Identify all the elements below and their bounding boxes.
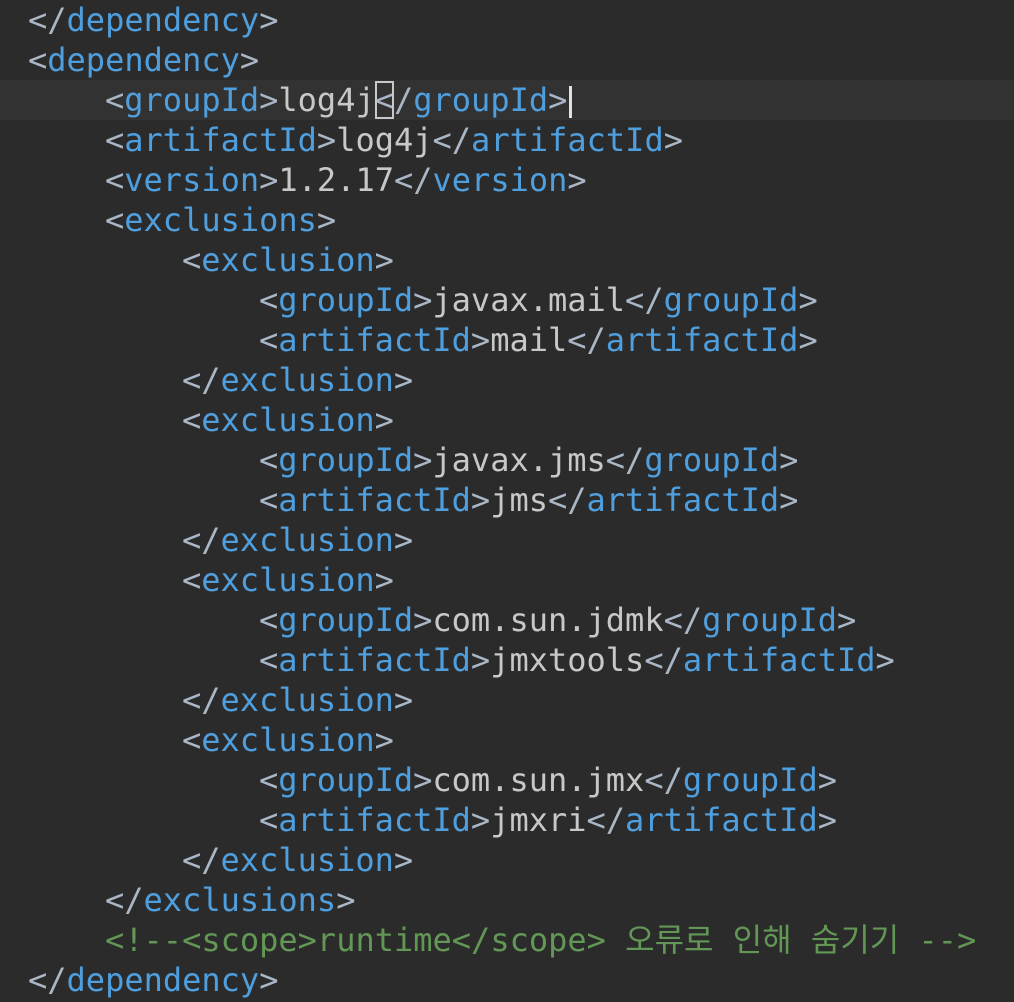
code-line[interactable]: <groupId>javax.mail</groupId> bbox=[0, 280, 1014, 320]
code-text: </dependency> bbox=[28, 961, 279, 999]
code-line[interactable]: <exclusion> bbox=[0, 400, 1014, 440]
code-text: <artifactId>jmxtools</artifactId> bbox=[259, 641, 895, 679]
code-line[interactable]: <artifactId>jmxtools</artifactId> bbox=[0, 640, 1014, 680]
code-line[interactable]: <groupId>com.sun.jmx</groupId> bbox=[0, 760, 1014, 800]
code-text: <groupId>javax.jms</groupId> bbox=[259, 441, 799, 479]
code-editor[interactable]: </dependency> <dependency> <groupId>log4… bbox=[0, 0, 1014, 1002]
code-text: <exclusion> bbox=[182, 561, 394, 599]
code-line[interactable]: </exclusion> bbox=[0, 840, 1014, 880]
code-text: <exclusion> bbox=[182, 241, 394, 279]
code-line[interactable]: <artifactId>mail</artifactId> bbox=[0, 320, 1014, 360]
code-line[interactable]: </dependency> bbox=[0, 960, 1014, 1000]
code-text: <version>1.2.17</version> bbox=[105, 161, 587, 199]
code-text: </exclusion> bbox=[182, 841, 414, 879]
code-line[interactable]: <!--<scope>runtime</scope> 오류로 인해 숨기기 --… bbox=[0, 920, 1014, 960]
code-line[interactable]: <dependency> bbox=[0, 40, 1014, 80]
code-line[interactable]: </dependency> bbox=[0, 0, 1014, 40]
code-text: <artifactId>log4j</artifactId> bbox=[105, 121, 683, 159]
code-line[interactable]: </exclusions> bbox=[0, 880, 1014, 920]
code-text: <groupId>log4j</groupId> bbox=[105, 80, 573, 120]
code-line[interactable]: <artifactId>jms</artifactId> bbox=[0, 480, 1014, 520]
comment-text: <!--<scope>runtime</scope> 오류로 인해 숨기기 --… bbox=[105, 921, 977, 959]
code-line[interactable]: <exclusion> bbox=[0, 560, 1014, 600]
code-line[interactable]: </exclusion> bbox=[0, 520, 1014, 560]
code-text: <groupId>com.sun.jdmk</groupId> bbox=[259, 601, 857, 639]
code-line[interactable]: <exclusion> bbox=[0, 720, 1014, 760]
code-text: </exclusion> bbox=[182, 681, 414, 719]
code-line[interactable]: <artifactId>jmxri</artifactId> bbox=[0, 800, 1014, 840]
code-line[interactable]: </exclusion> bbox=[0, 360, 1014, 400]
code-line[interactable]: <exclusion> bbox=[0, 240, 1014, 280]
current-code-line[interactable]: <groupId>log4j</groupId> bbox=[0, 80, 1014, 120]
code-text: </exclusions> bbox=[105, 881, 356, 919]
code-line[interactable]: <groupId>javax.jms</groupId> bbox=[0, 440, 1014, 480]
code-text: <artifactId>jms</artifactId> bbox=[259, 481, 799, 519]
code-text: </exclusion> bbox=[182, 521, 414, 559]
code-text: <groupId>javax.mail</groupId> bbox=[259, 281, 818, 319]
text-caret bbox=[569, 86, 573, 118]
code-text: </exclusion> bbox=[182, 361, 414, 399]
code-line[interactable]: <version>1.2.17</version> bbox=[0, 160, 1014, 200]
code-text: <exclusions> bbox=[105, 201, 337, 239]
code-text: <exclusion> bbox=[182, 401, 394, 439]
code-line[interactable]: <artifactId>log4j</artifactId> bbox=[0, 120, 1014, 160]
code-text: <artifactId>jmxri</artifactId> bbox=[259, 801, 837, 839]
code-text: <groupId>com.sun.jmx</groupId> bbox=[259, 761, 837, 799]
bracket-match-highlight: < bbox=[374, 81, 394, 119]
code-text: </dependency> bbox=[28, 1, 279, 39]
code-line[interactable]: <groupId>com.sun.jdmk</groupId> bbox=[0, 600, 1014, 640]
code-line[interactable]: <exclusions> bbox=[0, 200, 1014, 240]
code-text: <artifactId>mail</artifactId> bbox=[259, 321, 818, 359]
code-text: <exclusion> bbox=[182, 721, 394, 759]
code-text: <dependency> bbox=[28, 41, 260, 79]
code-line[interactable]: </exclusion> bbox=[0, 680, 1014, 720]
